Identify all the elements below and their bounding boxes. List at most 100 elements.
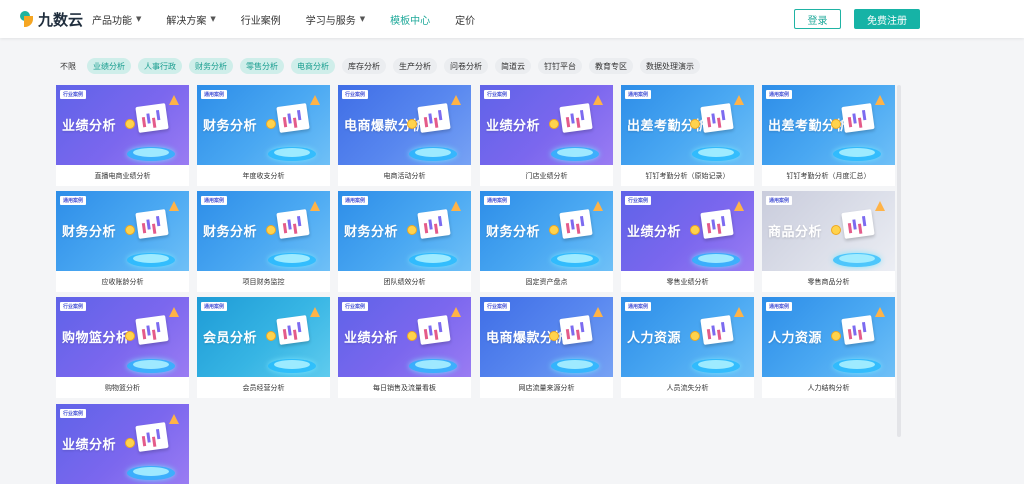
template-thumbnail[interactable]: 行业案例 业绩分析 [56, 85, 189, 165]
template-card[interactable]: 通用案例 财务分析 团队绩效分析 [338, 191, 471, 292]
dashboard-illustration-icon [547, 95, 603, 161]
filter-chip[interactable]: 业绩分析 [87, 58, 131, 74]
thumbnail-title: 业绩分析 [486, 119, 541, 134]
template-title[interactable]: 每日销售及流量看板 [338, 377, 471, 398]
filter-chip[interactable]: 钉钉平台 [538, 58, 582, 74]
template-thumbnail[interactable]: 通用案例 财务分析 [197, 191, 330, 271]
filter-chip[interactable]: 人事行政 [138, 58, 182, 74]
chevron-down-icon: ▼ [359, 15, 366, 23]
template-thumbnail[interactable]: 行业案例 业绩分析 [56, 404, 189, 484]
template-thumbnail[interactable]: 行业案例 购物篮分析 [56, 297, 189, 377]
filter-chip[interactable]: 数据处理演示 [640, 58, 700, 74]
filter-chip[interactable]: 问卷分析 [444, 58, 488, 74]
thumbnail-title: 财务分析 [203, 119, 258, 134]
template-card[interactable]: 行业案例 业绩分析 直播电商业绩分析 [56, 85, 189, 186]
thumbnail-title: 业绩分析 [344, 331, 399, 346]
template-title[interactable]: 钉钉考勤分析（月度汇总） [762, 165, 895, 186]
template-title[interactable]: 项目财务监控 [197, 271, 330, 292]
template-thumbnail[interactable]: 行业案例 业绩分析 [338, 297, 471, 377]
case-tag: 通用案例 [484, 196, 511, 205]
template-card[interactable]: 通用案例 财务分析 应收账龄分析 [56, 191, 189, 292]
template-thumbnail[interactable]: 通用案例 出差考勤分析 [762, 85, 895, 165]
case-tag: 通用案例 [625, 90, 652, 99]
dashboard-illustration-icon [829, 95, 885, 161]
filter-chip[interactable]: 库存分析 [342, 58, 386, 74]
template-title[interactable]: 电商活动分析 [338, 165, 471, 186]
template-title[interactable]: 团队绩效分析 [338, 271, 471, 292]
template-card[interactable]: 行业案例 业绩分析 零售业绩分析 [621, 191, 754, 292]
template-title[interactable]: 人力结构分析 [762, 377, 895, 398]
nav-item[interactable]: 定价 [455, 12, 475, 27]
template-title[interactable]: 钉钉考勤分析（原始记录） [621, 165, 754, 186]
template-thumbnail[interactable]: 通用案例 商品分析 [762, 191, 895, 271]
thumbnail-title: 业绩分析 [62, 438, 117, 453]
category-filter-bar: 不限 业绩分析 人事行政 财务分析 零售分析 电商分析 库存分析 生产分析 问卷分析 简道云 钉钉平… [56, 58, 707, 74]
template-thumbnail[interactable]: 行业案例 电商爆款分析 [480, 297, 613, 377]
template-card[interactable]: 通用案例人力资源人员流失分析 [621, 297, 754, 398]
template-thumbnail[interactable]: 通用案例 会员分析 [197, 297, 330, 377]
template-title[interactable]: 门店业绩分析 [480, 165, 613, 186]
thumbnail-title: 人力资源 [627, 331, 682, 346]
chevron-down-icon: ▼ [210, 15, 216, 23]
template-thumbnail[interactable]: 通用案例 人力资源 [762, 297, 895, 377]
template-card[interactable]: 通用案例 财务分析 固定资产盘点 [480, 191, 613, 292]
template-thumbnail[interactable]: 通用案例 财务分析 [338, 191, 471, 271]
template-thumbnail[interactable]: 行业案例 业绩分析 [480, 85, 613, 165]
dashboard-illustration-icon [123, 201, 179, 267]
case-tag: 通用案例 [201, 90, 228, 99]
template-thumbnail[interactable]: 通用案例 人力资源 [621, 297, 754, 377]
template-title[interactable]: 购物篮分析 [56, 377, 189, 398]
template-title[interactable]: 人员流失分析 [621, 377, 754, 398]
template-thumbnail[interactable]: 行业案例 业绩分析 [621, 191, 754, 271]
brand-logo[interactable]: 九数云 [20, 9, 83, 29]
template-title[interactable]: 固定资产盘点 [480, 271, 613, 292]
template-title[interactable]: 年度收支分析 [197, 165, 330, 186]
case-tag: 通用案例 [625, 302, 652, 311]
template-title[interactable]: 会员经营分析 [197, 377, 330, 398]
filter-chip[interactable]: 教育专区 [589, 58, 633, 74]
template-thumbnail[interactable]: 通用案例 出差考勤分析 [621, 85, 754, 165]
template-title[interactable]: 网店流量来源分析 [480, 377, 613, 398]
template-card[interactable]: 通用案例 财务分析 项目财务监控 [197, 191, 330, 292]
template-card[interactable]: 通用案例 人力资源 人力结构分析 [762, 297, 895, 398]
filter-chip[interactable]: 不限 [56, 58, 80, 74]
scrollbar[interactable] [897, 85, 901, 437]
dashboard-illustration-icon [123, 95, 179, 161]
dashboard-illustration-icon [688, 201, 744, 267]
dashboard-illustration-icon [688, 95, 744, 161]
filter-chip[interactable]: 财务分析 [189, 58, 233, 74]
template-thumbnail[interactable]: 通用案例 财务分析 [197, 85, 330, 165]
dashboard-illustration-icon [829, 201, 885, 267]
template-card[interactable]: 行业案例 电商爆款分析 电商活动分析 [338, 85, 471, 186]
template-card[interactable]: 行业案例 购物篮分析 购物篮分析 [56, 297, 189, 398]
template-thumbnail[interactable]: 通用案例 财务分析 [480, 191, 613, 271]
template-card[interactable]: 行业案例 业绩分析 门店业绩分析 [480, 85, 613, 186]
nav-item[interactable]: 模板中心 [390, 12, 430, 27]
template-card[interactable]: 行业案例 业绩分析 [56, 404, 189, 484]
template-thumbnail[interactable]: 通用案例 财务分析 [56, 191, 189, 271]
nav-item[interactable]: 产品功能 ▼ [92, 12, 141, 27]
thumbnail-title: 财务分析 [62, 225, 117, 240]
register-button[interactable]: 免费注册 [854, 9, 920, 29]
template-title[interactable]: 应收账龄分析 [56, 271, 189, 292]
template-title[interactable]: 零售商品分析 [762, 271, 895, 292]
template-title[interactable]: 零售业绩分析 [621, 271, 754, 292]
filter-chip[interactable]: 简道云 [495, 58, 531, 74]
nav-item[interactable]: 行业案例 [241, 12, 281, 27]
template-thumbnail[interactable]: 行业案例 电商爆款分析 [338, 85, 471, 165]
template-card[interactable]: 行业案例 电商爆款分析 网店流量来源分析 [480, 297, 613, 398]
template-card[interactable]: 通用案例 出差考勤分析 钉钉考勤分析（月度汇总） [762, 85, 895, 186]
login-button[interactable]: 登录 [794, 9, 841, 29]
template-card[interactable]: 通用案例 会员分析 会员经营分析 [197, 297, 330, 398]
filter-chip[interactable]: 零售分析 [240, 58, 284, 74]
nav-item[interactable]: 解决方案 ▼ [166, 12, 215, 27]
template-title[interactable]: 直播电商业绩分析 [56, 165, 189, 186]
filter-chip[interactable]: 生产分析 [393, 58, 437, 74]
nav-item[interactable]: 学习与服务 ▼ [306, 12, 365, 27]
filter-chip[interactable]: 电商分析 [291, 58, 335, 74]
template-card[interactable]: 通用案例财务分析年度收支分析 [197, 85, 330, 186]
template-card[interactable]: 行业案例 业绩分析 每日销售及流量看板 [338, 297, 471, 398]
dashboard-illustration-icon [264, 307, 320, 373]
template-card[interactable]: 通用案例 出差考勤分析 钉钉考勤分析（原始记录） [621, 85, 754, 186]
template-card[interactable]: 通用案例 商品分析 零售商品分析 [762, 191, 895, 292]
